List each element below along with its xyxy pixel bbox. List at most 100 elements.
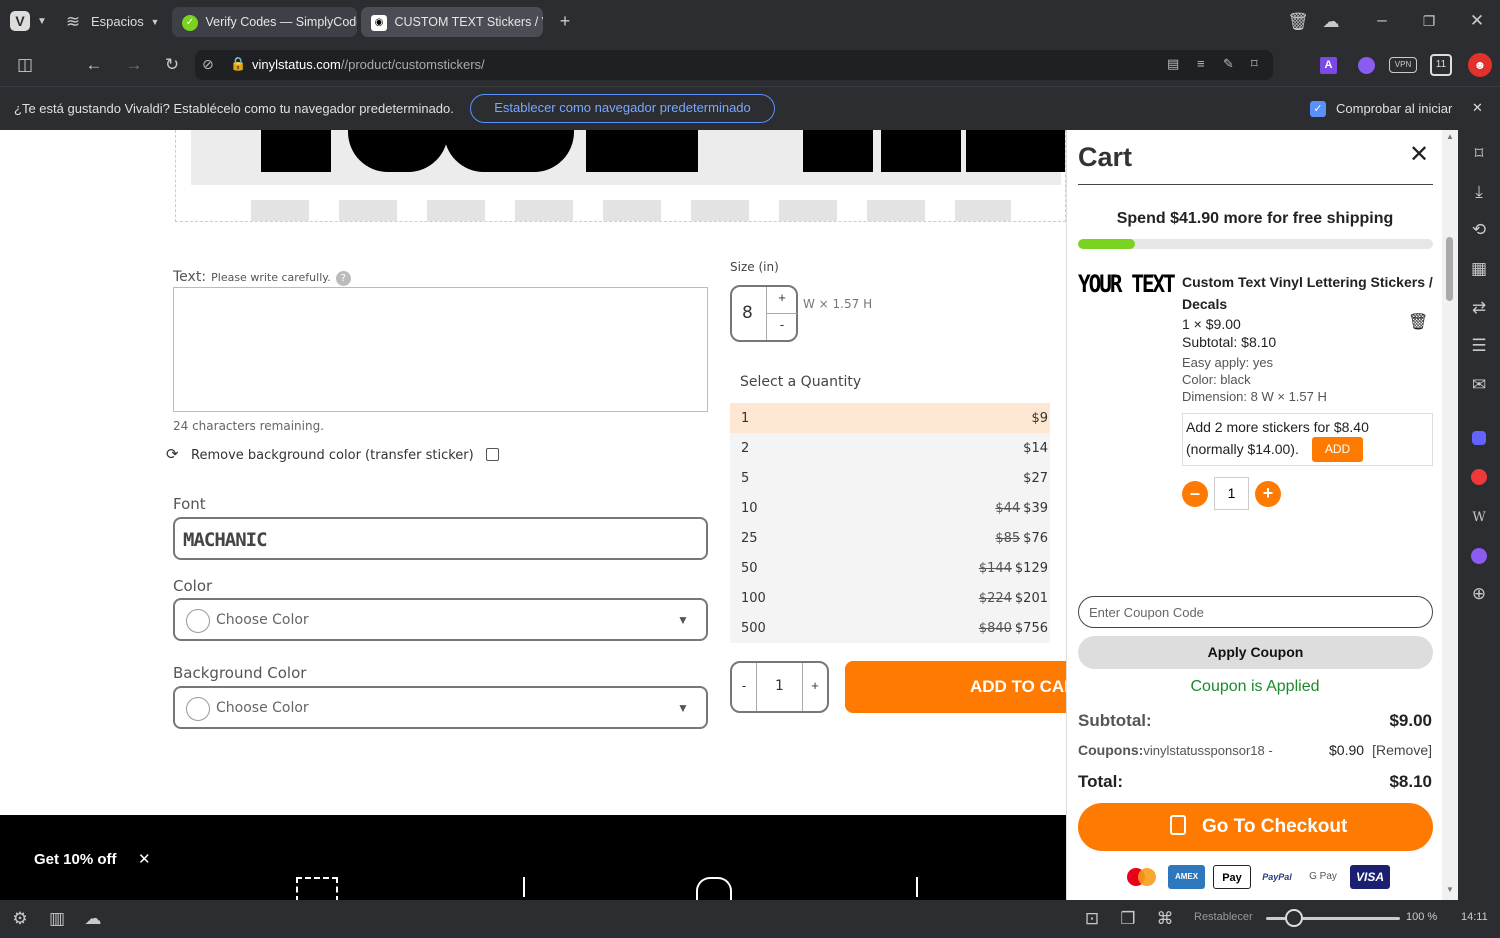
- panel-toggle-icon[interactable]: ◫: [14, 55, 36, 75]
- item-name[interactable]: Custom Text Vinyl Lettering Stickers / D…: [1182, 271, 1437, 315]
- coupon-input[interactable]: Enter Coupon Code: [1078, 596, 1433, 628]
- subtotal-value: $9.00: [1389, 711, 1432, 730]
- quantity-value: 5: [741, 471, 750, 486]
- qty-minus-button[interactable]: -: [732, 678, 756, 693]
- cart-qty-input[interactable]: 1: [1214, 477, 1249, 510]
- quantity-value: 1: [741, 411, 750, 426]
- help-icon[interactable]: ?: [335, 271, 351, 286]
- workspaces-label[interactable]: Espacios: [91, 14, 144, 29]
- chevron-down-icon[interactable]: ▼: [144, 12, 166, 32]
- page-actions-icon[interactable]: ⌘: [1154, 909, 1176, 929]
- trash-icon[interactable]: 🗑: [1287, 12, 1309, 32]
- coupon-amount: $0.90: [1329, 742, 1365, 758]
- capture-icon[interactable]: ⊡: [1081, 909, 1103, 929]
- qty-plus-button[interactable]: +: [803, 678, 827, 693]
- mail-icon[interactable]: ✉: [1468, 375, 1490, 395]
- add-panel-icon[interactable]: ⊕: [1468, 584, 1490, 604]
- chevron-down-icon: ▼: [677, 613, 689, 627]
- set-default-browser-button[interactable]: Establecer como navegador predeterminado: [470, 94, 775, 123]
- downloads-icon[interactable]: ⤓: [1468, 182, 1490, 202]
- vivaldi-social-icon[interactable]: [1471, 469, 1487, 485]
- remove-item-trash-icon[interactable]: 🗑: [1408, 312, 1428, 332]
- extension-purple-icon[interactable]: [1358, 57, 1375, 74]
- quantity-row[interactable]: 25 $85 $76: [730, 523, 1050, 553]
- profile-avatar[interactable]: ☻: [1468, 53, 1492, 77]
- size-value[interactable]: 8: [742, 303, 753, 323]
- image-icon: [296, 877, 338, 900]
- size-plus-button[interactable]: +: [768, 290, 796, 305]
- upsell-add-button[interactable]: ADD: [1312, 437, 1363, 462]
- qty-value[interactable]: 1: [757, 678, 802, 694]
- reader-icon[interactable]: ▤: [1167, 56, 1179, 72]
- cart-drawer: Cart ✕ Spend $41.90 more for free shippi…: [1066, 130, 1442, 900]
- vivaldi-menu-button[interactable]: V: [10, 11, 30, 31]
- feed-icon[interactable]: ≡: [1197, 56, 1205, 71]
- add-to-cart-button[interactable]: ADD TO CART: [845, 661, 1066, 713]
- extensions-icon[interactable]: ✎: [1223, 56, 1234, 72]
- notes-icon[interactable]: ▦: [1468, 259, 1490, 279]
- translate-icon[interactable]: ⇄: [1468, 298, 1490, 318]
- site-settings-icon[interactable]: ⊘: [202, 56, 214, 73]
- back-icon[interactable]: ←: [83, 55, 105, 75]
- quantity-row[interactable]: 100 $224 $201: [730, 583, 1050, 613]
- zoom-slider-handle[interactable]: [1285, 909, 1303, 927]
- bookmark-icon[interactable]: ⌑: [1251, 56, 1258, 72]
- extension-panel-icon[interactable]: [1471, 548, 1487, 564]
- promo-close-icon[interactable]: ✕: [138, 850, 151, 868]
- scrollbar-thumb[interactable]: [1446, 237, 1453, 301]
- maximize-icon[interactable]: ❐: [1418, 11, 1440, 31]
- new-tab-icon[interactable]: +: [554, 11, 576, 31]
- cart-scrollbar[interactable]: ▲ ▼: [1442, 130, 1458, 900]
- quantity-price: $224 $201: [979, 591, 1048, 606]
- original-price: $144: [978, 561, 1012, 576]
- chevron-down-icon[interactable]: ▼: [31, 12, 53, 32]
- reload-icon[interactable]: ↻: [161, 55, 183, 75]
- forward-icon[interactable]: →: [123, 55, 145, 75]
- tab-tiling-icon[interactable]: ▥: [46, 909, 68, 929]
- zoom-reset[interactable]: Restablecer: [1194, 911, 1253, 923]
- promo-text[interactable]: Get 10% off: [34, 851, 117, 868]
- quantity-row[interactable]: 500 $840 $756: [730, 613, 1050, 643]
- font-select[interactable]: MACHANIC: [173, 517, 708, 560]
- quantity-row[interactable]: 2 $14: [730, 433, 1050, 463]
- page-tiling-icon[interactable]: ❒: [1117, 909, 1139, 929]
- check-on-startup-checkbox[interactable]: ✓: [1310, 101, 1326, 117]
- bookmarks-icon[interactable]: ⌑: [1468, 144, 1490, 164]
- address-field[interactable]: ⊘ 🔒 vinylstatus.com//product/customstick…: [195, 50, 1273, 80]
- close-window-icon[interactable]: ✕: [1466, 11, 1488, 31]
- remove-bg-checkbox[interactable]: [486, 448, 499, 461]
- size-minus-button[interactable]: -: [768, 317, 796, 332]
- minimize-icon[interactable]: –: [1371, 10, 1393, 30]
- add-to-cart-label: ADD TO CART: [970, 677, 1066, 696]
- quantity-row[interactable]: 50 $144 $129: [730, 553, 1050, 583]
- scrollbar-up-arrow[interactable]: ▲: [1446, 132, 1454, 141]
- color-swatch: [186, 609, 210, 633]
- quantity-row[interactable]: 5 $27: [730, 463, 1050, 493]
- coupon-remove-link[interactable]: [Remove]: [1372, 742, 1432, 758]
- cart-qty-plus-button[interactable]: +: [1255, 481, 1281, 507]
- color-select[interactable]: Choose Color ▼: [173, 598, 708, 641]
- sync-cloud-icon[interactable]: ☁: [82, 909, 104, 929]
- mastodon-icon[interactable]: [1472, 431, 1486, 445]
- calendar-icon[interactable]: 11: [1430, 54, 1452, 76]
- wikipedia-icon[interactable]: W: [1468, 508, 1490, 528]
- vpn-icon[interactable]: VPN: [1389, 57, 1417, 73]
- extension-a-icon[interactable]: A: [1320, 57, 1337, 74]
- custom-text-textarea[interactable]: [173, 287, 708, 412]
- reading-list-icon[interactable]: ☰: [1468, 336, 1490, 356]
- quantity-row[interactable]: 1 $9: [730, 403, 1050, 433]
- close-cart-icon[interactable]: ✕: [1409, 140, 1429, 169]
- scrollbar-down-arrow[interactable]: ▼: [1446, 885, 1454, 894]
- apply-coupon-button[interactable]: Apply Coupon: [1078, 636, 1433, 669]
- tab-verify-codes[interactable]: ✓ Verify Codes — SimplyCodes: [172, 7, 357, 37]
- checkout-button[interactable]: Go To Checkout: [1078, 803, 1433, 851]
- cart-qty-minus-button[interactable]: –: [1182, 481, 1208, 507]
- settings-gear-icon[interactable]: ⚙: [9, 909, 31, 929]
- close-notification-icon[interactable]: ✕: [1472, 100, 1483, 116]
- history-icon[interactable]: ⟲: [1468, 220, 1490, 240]
- workspaces-icon[interactable]: ≋: [62, 12, 84, 32]
- bg-color-select[interactable]: Choose Color ▼: [173, 686, 708, 729]
- tab-custom-text-stickers[interactable]: ◉ CUSTOM TEXT Stickers / Vinyl: [361, 7, 543, 37]
- cloud-icon[interactable]: ☁: [1320, 12, 1342, 32]
- quantity-row[interactable]: 10 $44 $39: [730, 493, 1050, 523]
